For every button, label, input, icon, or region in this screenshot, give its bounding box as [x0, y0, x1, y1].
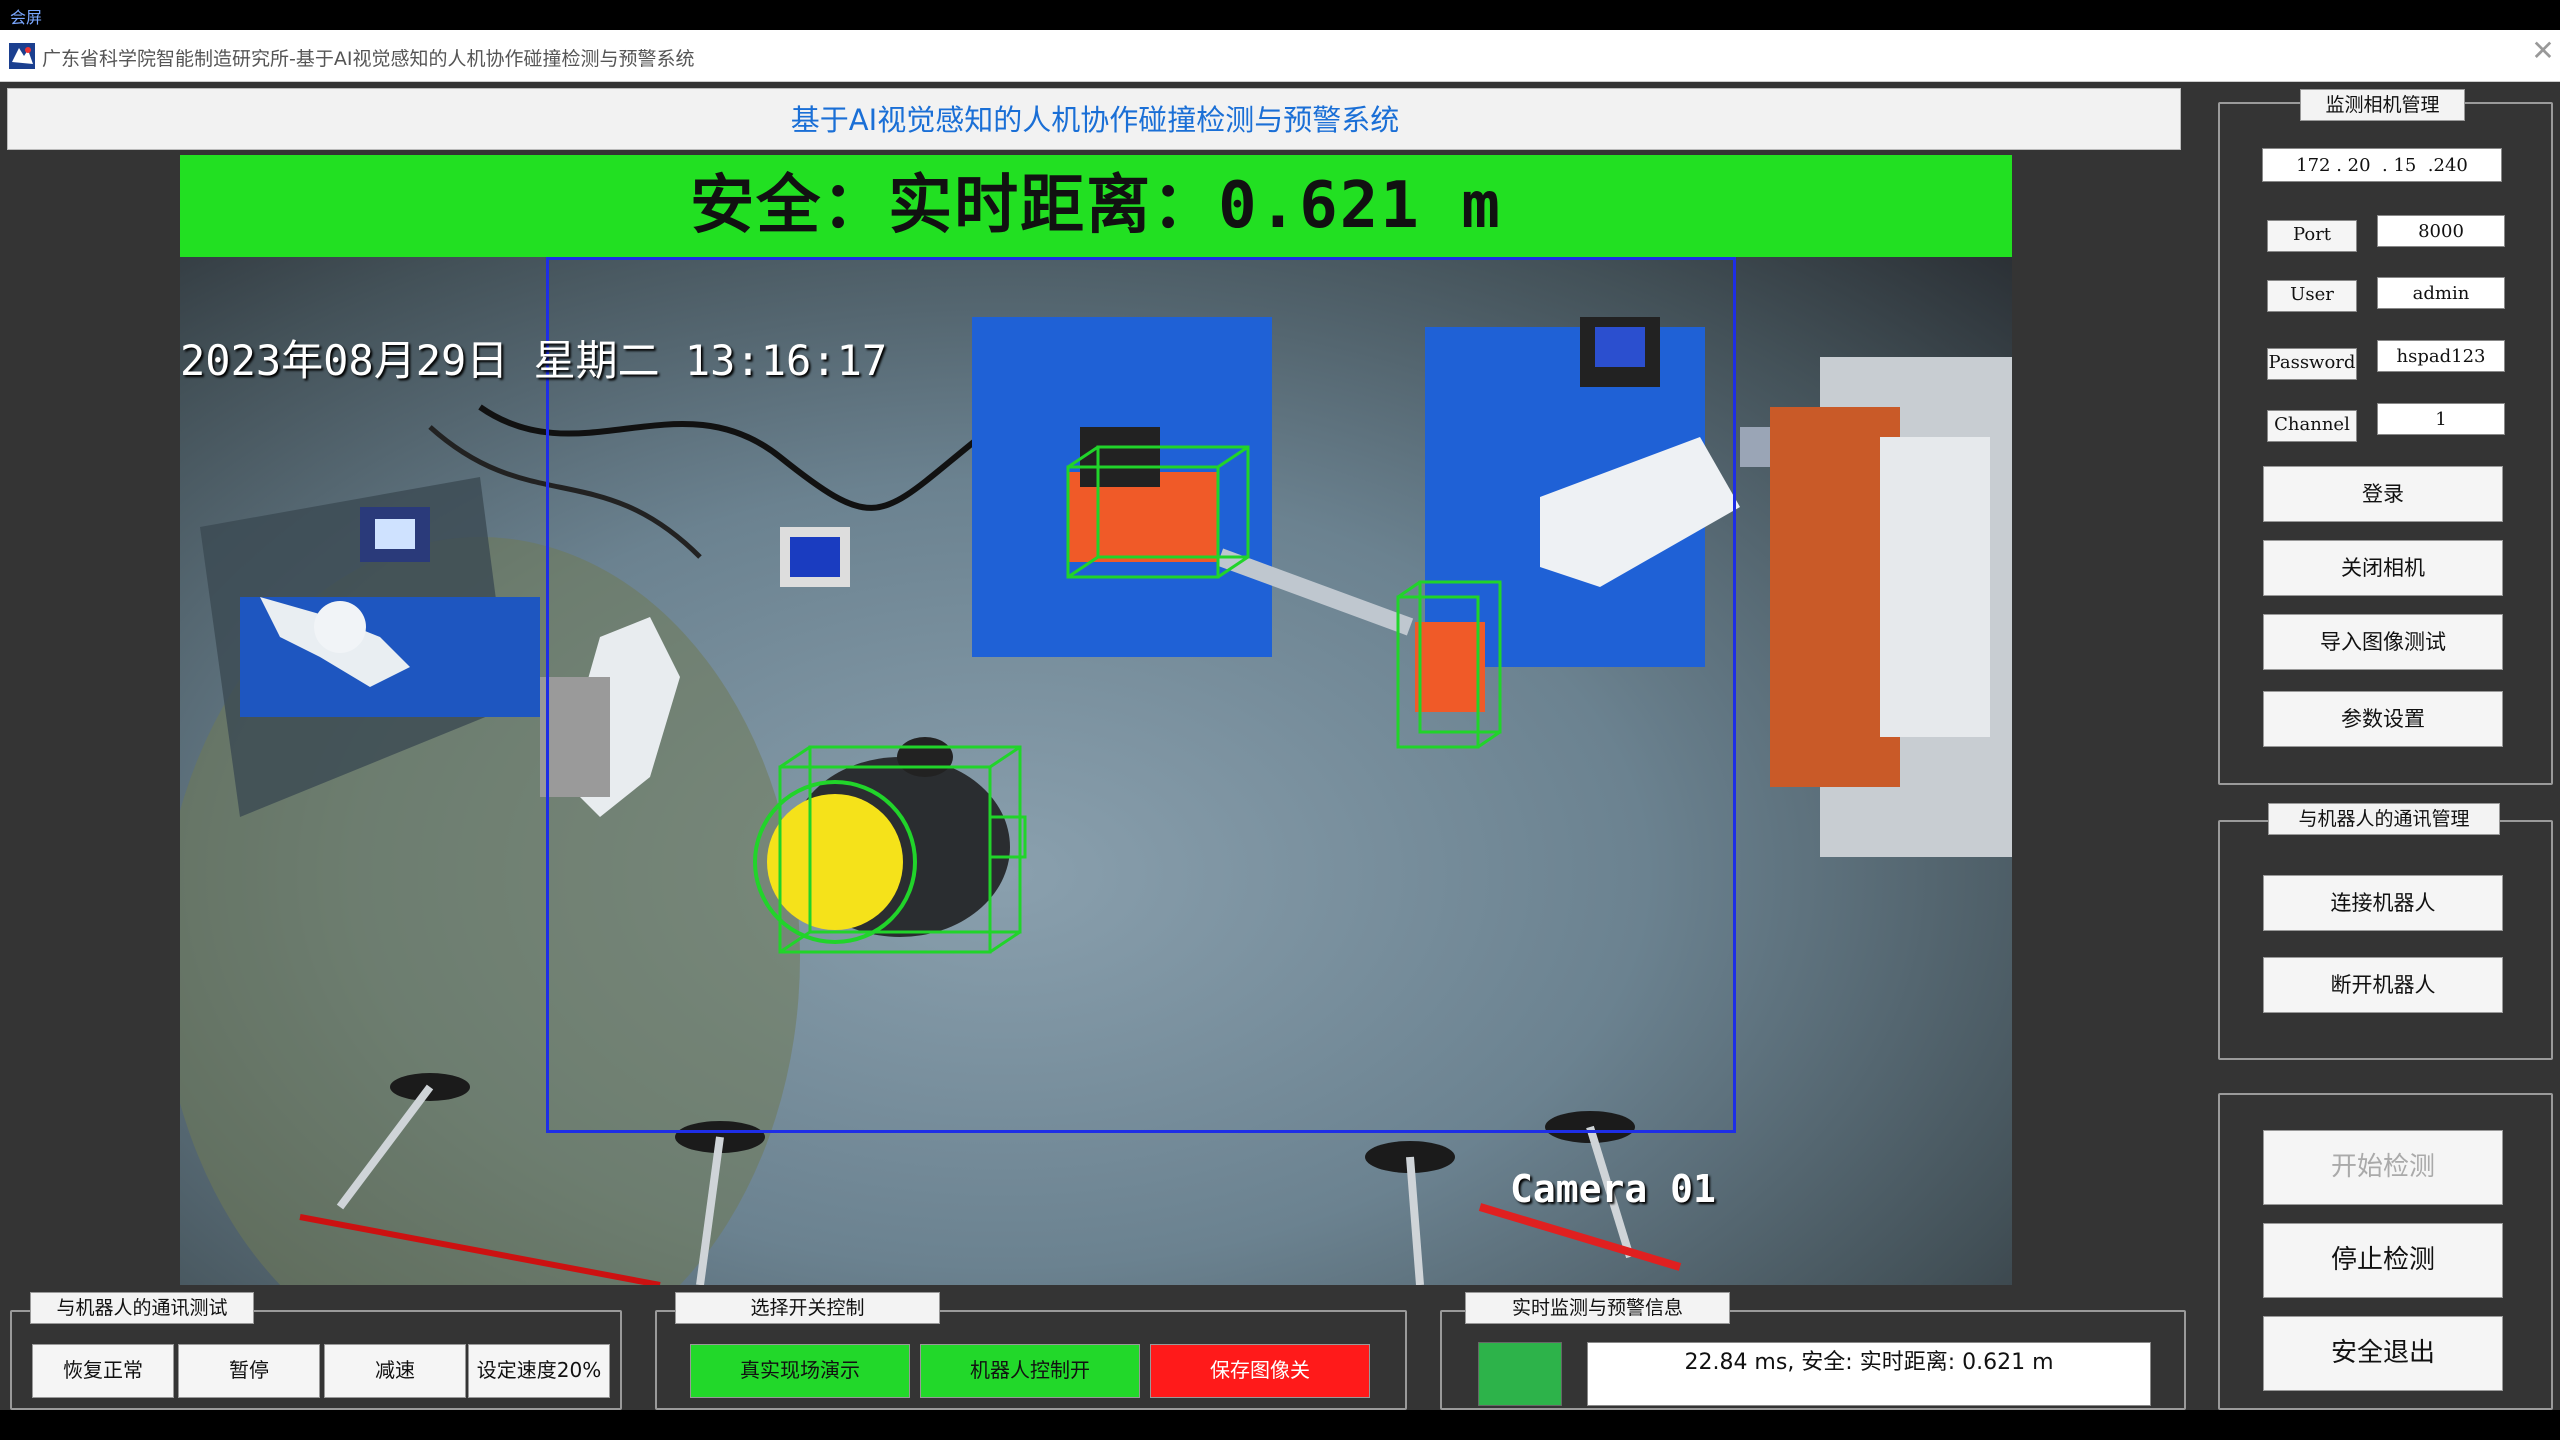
timestamp-overlay: 2023年08月29日 星期二 13:16:17: [180, 336, 888, 385]
import-image-button[interactable]: 导入图像测试: [2263, 614, 2503, 670]
stop-detection-button[interactable]: 停止检测: [2263, 1223, 2503, 1298]
user-field[interactable]: [2377, 277, 2505, 309]
settings-button[interactable]: 参数设置: [2263, 691, 2503, 747]
top-strip: [0, 0, 2560, 30]
robot-comm-panel-title: 与机器人的通讯管理: [2268, 803, 2500, 835]
roi-box: [546, 257, 1736, 1133]
camera-management-panel: [2218, 102, 2553, 785]
video-view: 安全：实时距离：0.621 m 2023年08月29日 星期二 13:16:17…: [180, 155, 2012, 1285]
port-label: Port: [2267, 220, 2357, 252]
header-box: 基于AI视觉感知的人机协作碰撞检测与预警系统: [7, 88, 2181, 150]
status-indicator: [1478, 1342, 1562, 1406]
safe-exit-button[interactable]: 安全退出: [2263, 1316, 2503, 1391]
comm-test-panel-title: 与机器人的通讯测试: [30, 1292, 254, 1324]
login-button[interactable]: 登录: [2263, 466, 2503, 522]
window-title: 广东省科学院智能制造研究所-基于AI视觉感知的人机协作碰撞检测与预警系统: [42, 48, 695, 70]
resume-normal-button[interactable]: 恢复正常: [32, 1344, 174, 1398]
switch-control-panel-title: 选择开关控制: [675, 1292, 940, 1324]
live-demo-toggle[interactable]: 真实现场演示: [690, 1344, 910, 1398]
top-strip-text: 会屏: [10, 8, 43, 27]
monitor-info-text: 22.84 ms, 安全: 实时距离: 0.621 m: [1587, 1342, 2151, 1406]
set-speed-button[interactable]: 设定速度20%: [468, 1344, 610, 1398]
close-icon[interactable]: ✕: [2530, 37, 2556, 65]
app-icon: [8, 42, 36, 70]
ip-address-field[interactable]: [2262, 148, 2502, 182]
start-detection-button[interactable]: 开始检测: [2263, 1130, 2503, 1205]
monitor-panel-title: 实时监测与预警信息: [1465, 1292, 1730, 1324]
bottom-strip: [0, 1410, 2560, 1440]
camera-label: Camera 01: [1510, 1167, 1716, 1211]
robot-control-toggle[interactable]: 机器人控制开: [920, 1344, 1140, 1398]
close-camera-button[interactable]: 关闭相机: [2263, 540, 2503, 596]
channel-field[interactable]: [2377, 403, 2505, 435]
connect-robot-button[interactable]: 连接机器人: [2263, 875, 2503, 931]
save-image-toggle[interactable]: 保存图像关: [1150, 1344, 1370, 1398]
robot-comm-panel: [2218, 820, 2553, 1060]
user-label: User: [2267, 280, 2357, 312]
slow-down-button[interactable]: 减速: [324, 1344, 466, 1398]
channel-label: Channel: [2267, 410, 2357, 442]
safety-status-banner: 安全：实时距离：0.621 m: [180, 155, 2012, 257]
password-field[interactable]: [2377, 340, 2505, 372]
pause-button[interactable]: 暂停: [178, 1344, 320, 1398]
port-field[interactable]: [2377, 215, 2505, 247]
page-title: 基于AI视觉感知的人机协作碰撞检测与预警系统: [790, 103, 1400, 137]
disconnect-robot-button[interactable]: 断开机器人: [2263, 957, 2503, 1013]
camera-feed: 2023年08月29日 星期二 13:16:17 Camera 01: [180, 257, 2012, 1285]
camera-panel-title: 监测相机管理: [2300, 89, 2465, 121]
password-label: Password: [2267, 348, 2357, 380]
